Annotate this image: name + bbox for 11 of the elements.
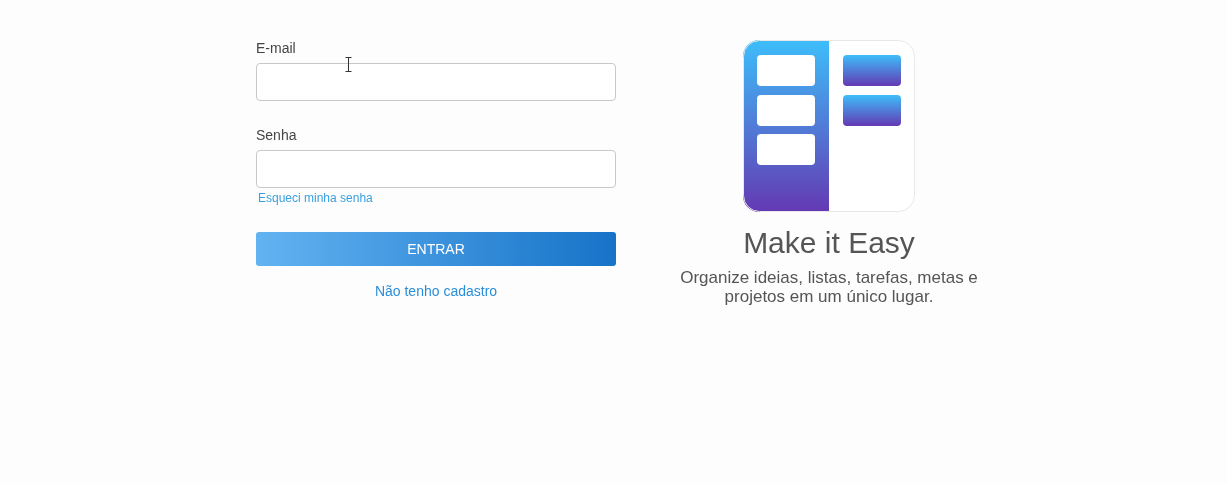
email-label: E-mail	[256, 40, 297, 56]
password-field[interactable]	[256, 150, 616, 188]
login-button[interactable]: ENTRAR	[256, 232, 616, 266]
password-label: Senha	[256, 127, 298, 143]
text-cursor-icon	[345, 57, 352, 72]
signup-link[interactable]: Não tenho cadastro	[374, 283, 498, 299]
app-logo-icon	[743, 40, 915, 212]
forgot-password-link[interactable]: Esqueci minha senha	[258, 191, 616, 205]
app-description: Organize ideias, listas, tarefas, metas e projetos em um único lugar.	[679, 268, 979, 306]
app-title: Make it Easy	[743, 226, 915, 260]
email-field[interactable]	[256, 63, 616, 101]
